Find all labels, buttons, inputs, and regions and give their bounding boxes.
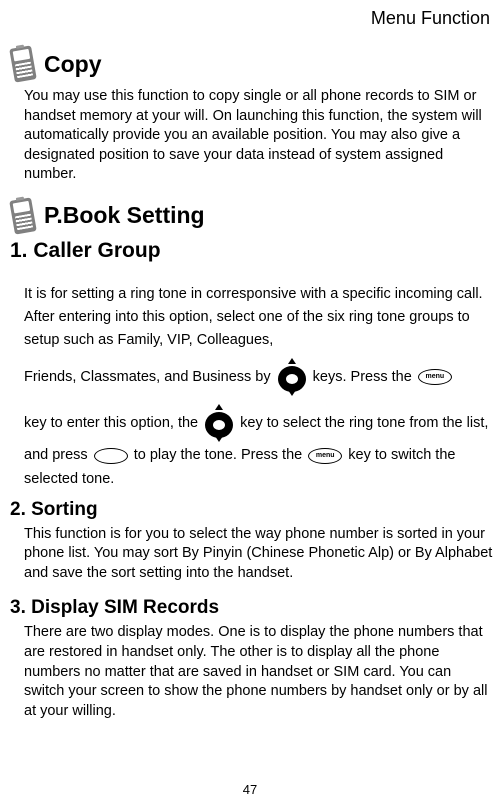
menu-key-icon: [418, 369, 452, 385]
section-pbook-title: P.Book Setting: [44, 202, 205, 229]
section-copy-body: You may use this function to copy single…: [10, 87, 494, 185]
page-header: Menu Function: [10, 8, 494, 29]
menu-key-icon: [308, 448, 342, 464]
text-segment: keys. Press the: [313, 369, 416, 385]
text-segment: Friends, Classmates, and Business by: [24, 369, 275, 385]
phone-icon: [9, 197, 37, 234]
sorting-heading: 2. Sorting: [10, 499, 494, 521]
caller-group-heading: 1. Caller Group: [10, 239, 494, 263]
display-sim-body: There are two display modes. One is to d…: [10, 623, 494, 721]
page-number: 47: [243, 782, 257, 797]
section-pbook-heading: P.Book Setting: [10, 199, 494, 233]
section-copy-title: Copy: [44, 51, 102, 78]
caller-group-para1: It is for setting a ring tone in corresp…: [10, 283, 494, 353]
blank-key-icon: [94, 448, 128, 464]
text-segment: It is for setting a ring tone in corresp…: [24, 286, 483, 348]
text-segment: key to enter this option, the: [24, 415, 202, 431]
nav-key-icon: [203, 402, 235, 444]
nav-key-icon: [276, 356, 308, 398]
sorting-body: This function is for you to select the w…: [10, 525, 494, 584]
section-copy-heading: Copy: [10, 47, 494, 81]
caller-group-para2: Friends, Classmates, and Business by key…: [10, 356, 494, 398]
display-sim-heading: 3. Display SIM Records: [10, 597, 494, 619]
text-segment: to play the tone. Press the: [134, 447, 307, 463]
caller-group-para3: key to enter this option, the key to sel…: [10, 402, 494, 490]
phone-icon: [9, 45, 37, 82]
